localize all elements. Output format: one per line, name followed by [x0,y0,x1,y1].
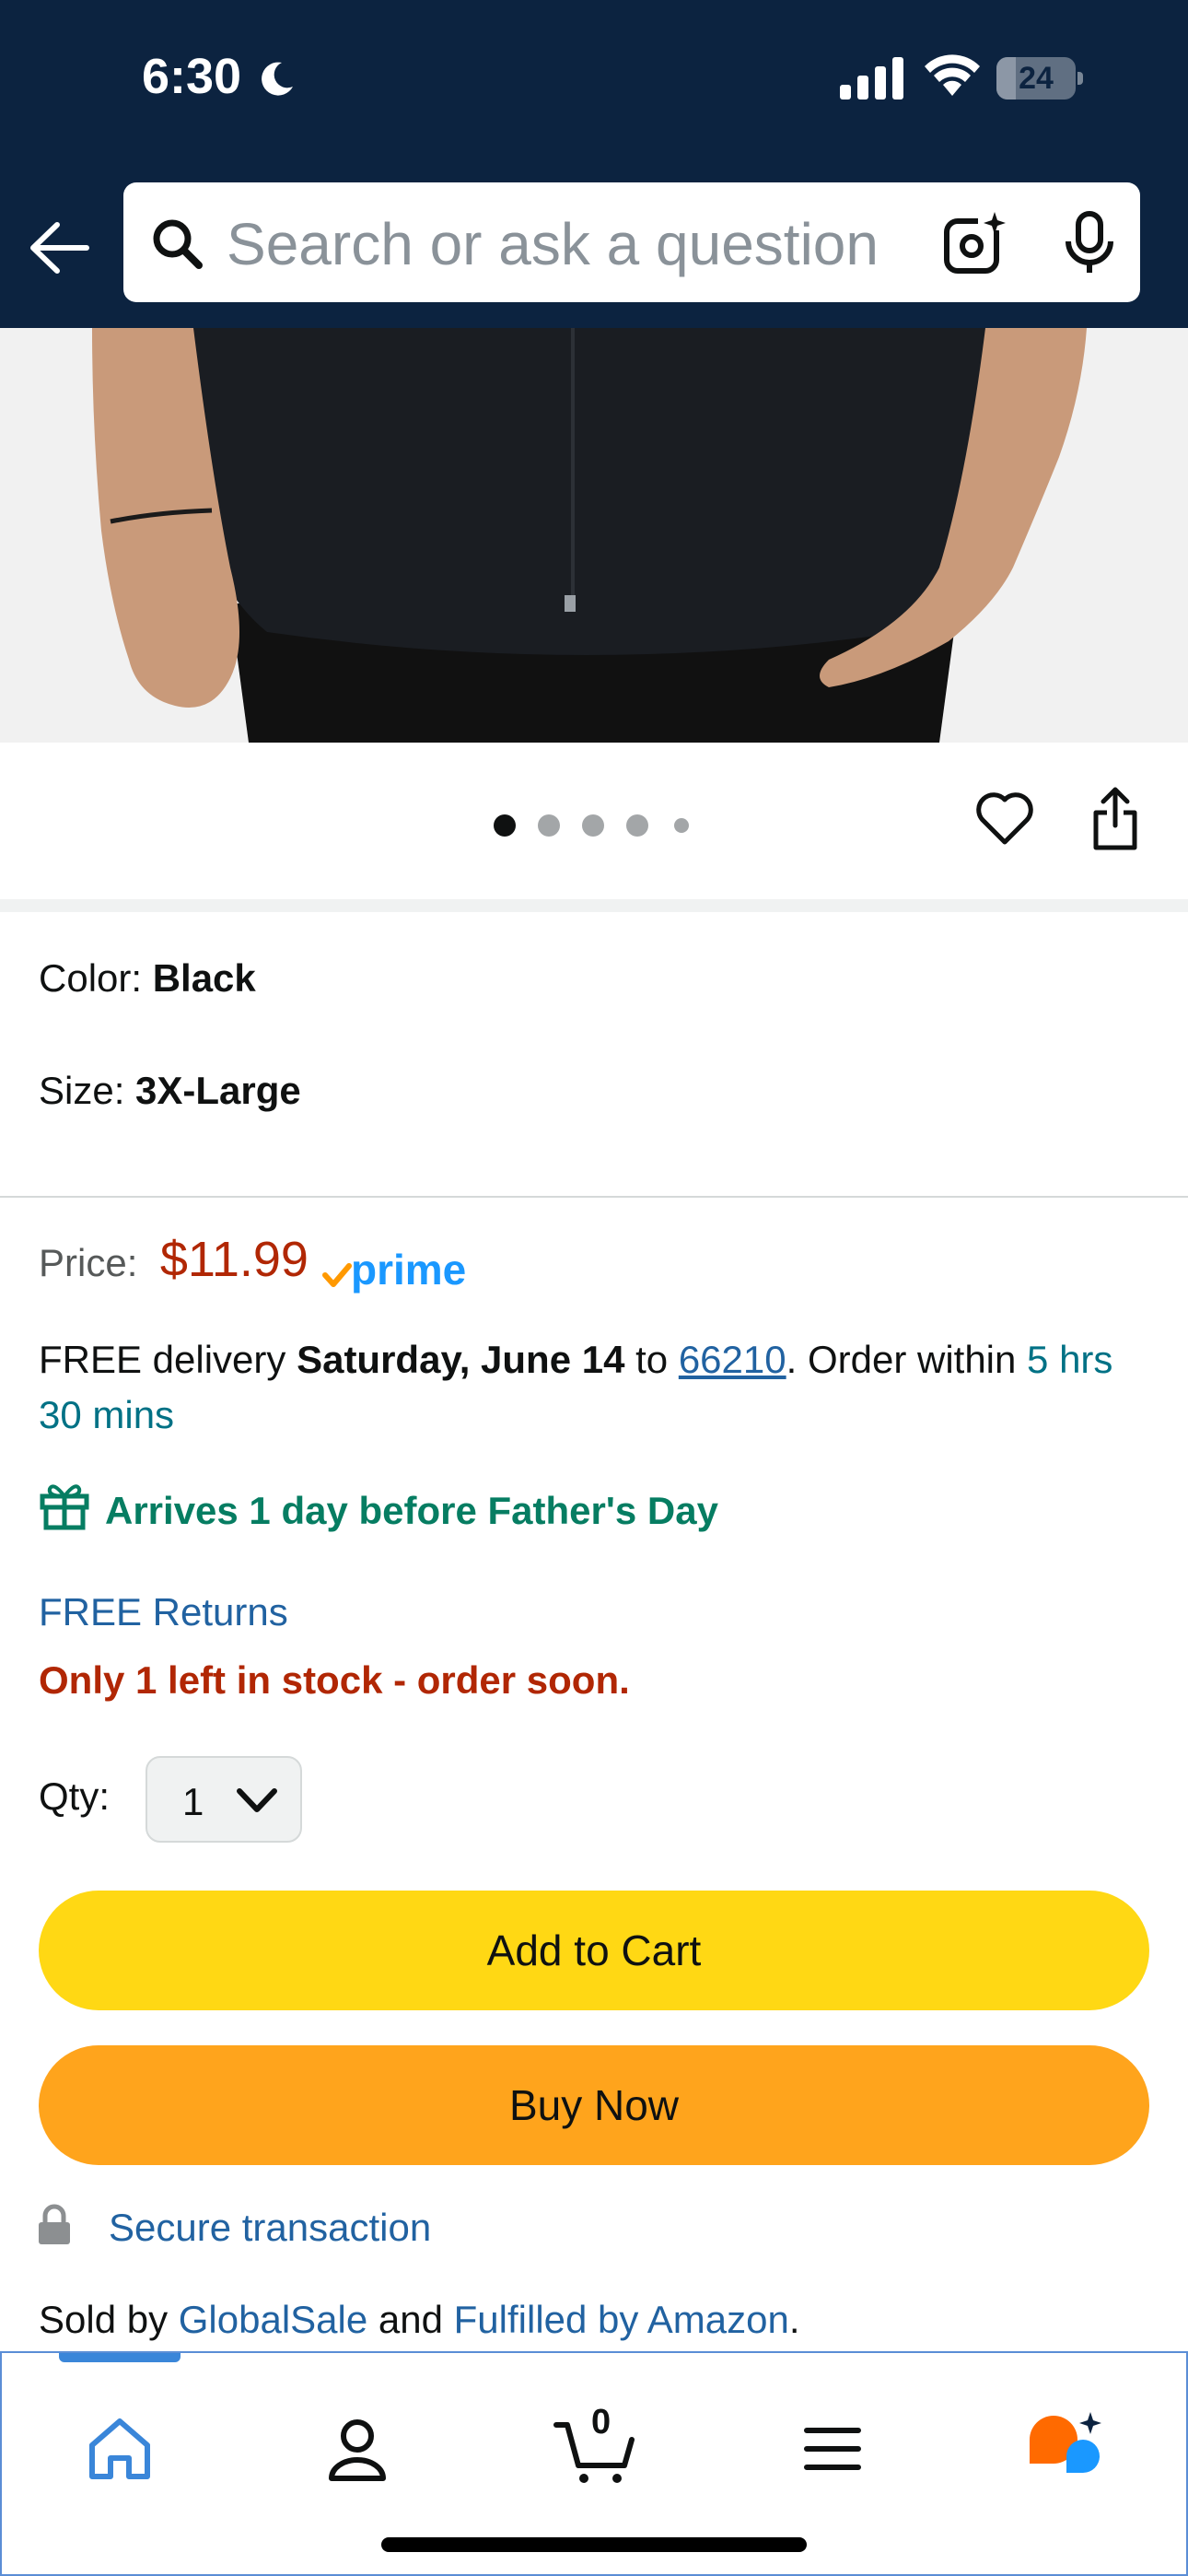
sold-by-prefix: Sold by [39,2298,179,2341]
price-label: Price: [39,1241,138,1284]
period-text: . [788,2298,800,2341]
status-time: 6:30 [142,49,242,104]
price-value: $11.99 [159,1232,309,1287]
pager-dot[interactable] [494,814,516,837]
wifi-icon [925,54,980,96]
home-icon[interactable] [83,2412,157,2486]
product-image[interactable] [0,328,1188,743]
rufus-icon[interactable] [1026,2412,1105,2486]
divider [0,1196,1188,1198]
buy-now-button[interactable]: Buy Now [39,2045,1149,2165]
fathers-day-message: Arrives 1 day before Father's Day [105,1489,718,1532]
stock-status: Only 1 left in stock - order soon. [39,1658,630,1702]
and-text: and [367,2298,454,2341]
share-icon[interactable] [1089,785,1142,853]
color-label: Color: [39,956,153,1000]
cart-nav-item[interactable]: 0 [553,2403,641,2486]
battery-indicator: 24 [996,57,1083,100]
pager-dot[interactable] [626,814,648,837]
add-to-cart-button[interactable]: Add to Cart [39,1891,1149,2010]
delivery-prefix: FREE delivery [39,1338,297,1381]
active-tab-indicator [59,2353,181,2362]
camera-lens-icon[interactable] [941,208,1009,276]
cellular-signal-icon [840,57,903,100]
home-indicator [381,2537,807,2552]
lock-icon [39,2204,70,2244]
back-arrow-icon[interactable] [26,214,94,282]
pager-dot[interactable] [674,818,689,833]
moon-icon [262,62,293,96]
delivery-date: Saturday, June 14 [297,1338,625,1381]
section-separator [0,899,1188,912]
top-header: 6:30 24 Search or ask a question [0,0,1188,328]
prime-text: prime [351,1249,466,1294]
search-bar[interactable]: Search or ask a question [123,182,1140,302]
size-label: Size: [39,1069,136,1112]
prime-badge: prime [322,1249,467,1294]
color-value: Black [152,956,256,1000]
microphone-icon[interactable] [1061,210,1118,276]
size-value: 3X-Large [135,1069,301,1112]
account-icon[interactable] [320,2412,394,2486]
size-selection[interactable]: Size: 3X-Large [39,1069,301,1113]
heart-icon[interactable] [974,790,1035,848]
zip-code-link[interactable]: 66210 [679,1338,786,1381]
free-returns-link[interactable]: FREE Returns [39,1590,288,1634]
color-selection[interactable]: Color: Black [39,956,256,1001]
delivery-message: FREE delivery Saturday, June 14 to 66210… [39,1332,1153,1443]
sold-by-line: Sold by GlobalSale and Fulfilled by Amaz… [39,2298,800,2342]
chevron-down-icon [237,1788,277,1812]
quantity-value: 1 [182,1780,204,1823]
fulfilled-by-amazon-link[interactable]: Fulfilled by Amazon [454,2298,789,2341]
secure-transaction-link[interactable]: Secure transaction [109,2206,431,2250]
quantity-dropdown[interactable]: 1 [146,1756,302,1843]
menu-icon[interactable] [796,2412,869,2486]
search-icon [153,219,203,269]
gift-icon [40,1484,89,1530]
cart-count: 0 [591,2403,611,2441]
battery-percent: 24 [1019,61,1054,96]
search-input[interactable]: Search or ask a question [227,210,879,278]
quantity-label: Qty: [39,1774,111,1818]
pager-dot[interactable] [538,814,560,837]
order-within: . Order within [786,1338,1028,1381]
seller-link[interactable]: GlobalSale [179,2298,367,2341]
pager-dot[interactable] [582,814,604,837]
price-row: Price: $11.99 prime [39,1231,469,1295]
image-gallery-controls [0,743,1188,899]
delivery-to: to [624,1338,679,1381]
